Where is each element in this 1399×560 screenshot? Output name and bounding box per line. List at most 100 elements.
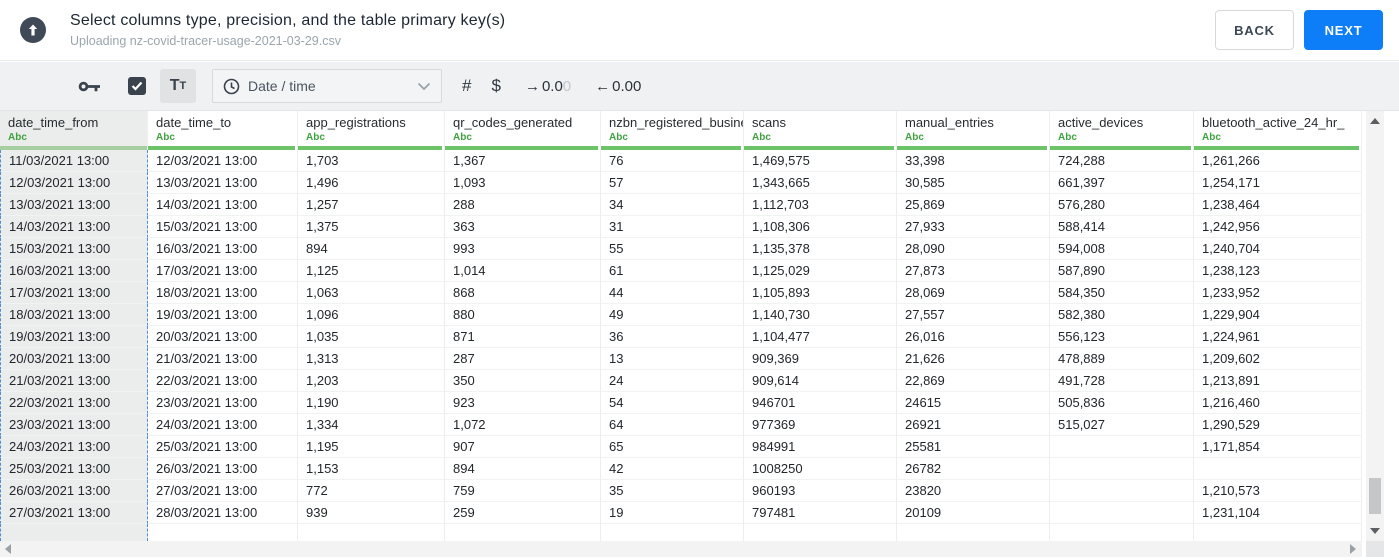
table-cell: 1,233,952: [1194, 282, 1362, 304]
next-button[interactable]: NEXT: [1304, 10, 1383, 50]
table-cell: 1,375: [298, 216, 445, 238]
column-header-bluetooth_active_24_hr_[interactable]: bluetooth_active_24_hr_ Abc: [1194, 111, 1362, 150]
table-row: 21/03/2021 13:00 22/03/2021 13:00 1,203 350…: [0, 370, 1362, 392]
table-row: 15/03/2021 13:00 16/03/2021 13:00 894 993 55…: [0, 238, 1362, 260]
table-cell: 1,093: [445, 172, 601, 194]
include-column-checkbox[interactable]: [128, 77, 146, 95]
scroll-left-icon[interactable]: [5, 544, 11, 554]
table-cell: 1,469,575: [744, 150, 897, 172]
table-cell: 33,398: [897, 150, 1050, 172]
column-header-date_time_from[interactable]: date_time_from Abc: [0, 111, 148, 150]
table-cell: 1,703: [298, 150, 445, 172]
table-cell: 1,209,602: [1194, 348, 1362, 370]
column-underline: [1050, 146, 1191, 150]
table-cell: 1,242,956: [1194, 216, 1362, 238]
table-cell: 1,224,961: [1194, 326, 1362, 348]
increase-precision-button[interactable]: ← 0.00: [595, 78, 641, 95]
column-underline: [744, 146, 894, 150]
table-cell: 259: [445, 502, 601, 524]
table-cell: 1,135,378: [744, 238, 897, 260]
table-cell: 1,203: [298, 370, 445, 392]
table-row: 16/03/2021 13:00 17/03/2021 13:00 1,125 1,0…: [0, 260, 1362, 282]
precision-right-dim: 0: [562, 77, 572, 95]
text-type-label-large: T: [169, 77, 180, 94]
column-type-badge: Abc: [8, 132, 27, 143]
text-type-button[interactable]: TT: [160, 69, 196, 103]
upload-icon: [20, 17, 46, 43]
page-header: Select columns type, precision, and the …: [0, 0, 1399, 61]
currency-type-button[interactable]: $: [491, 76, 500, 96]
table-cell: 1,096: [298, 304, 445, 326]
table-cell-empty: [0, 524, 148, 541]
column-type-badge: Abc: [609, 132, 628, 143]
scroll-down-icon[interactable]: [1370, 528, 1380, 534]
column-header-app_registrations[interactable]: app_registrations Abc: [298, 111, 445, 150]
table-cell: 18/03/2021 13:00: [0, 304, 148, 326]
upload-wizard: Select columns type, precision, and the …: [0, 0, 1399, 560]
column-name: date_time_to: [156, 115, 232, 130]
column-underline: [1194, 146, 1359, 150]
page-title: Select columns type, precision, and the …: [70, 12, 506, 29]
decrease-precision-button[interactable]: → 0.0 0: [525, 78, 571, 95]
table-cell: 21,626: [897, 348, 1050, 370]
table-cell: 1,190: [298, 392, 445, 414]
column-type-badge: Abc: [1202, 132, 1221, 143]
table-cell: 17/03/2021 13:00: [0, 282, 148, 304]
table-cell: 1,290,529: [1194, 414, 1362, 436]
column-underline: [298, 146, 442, 150]
table-cell: 21/03/2021 13:00: [0, 370, 148, 392]
table-cell: 26921: [897, 414, 1050, 436]
table-cell: 582,380: [1050, 304, 1194, 326]
table-cell: 26/03/2021 13:00: [0, 480, 148, 502]
table-cell: 1,014: [445, 260, 601, 282]
scroll-up-icon[interactable]: [1370, 118, 1380, 124]
table-cell: 478,889: [1050, 348, 1194, 370]
table-cell: 946701: [744, 392, 897, 414]
table-row: 20/03/2021 13:00 21/03/2021 13:00 1,313 287…: [0, 348, 1362, 370]
table-cell: 1,035: [298, 326, 445, 348]
table-cell: 44: [601, 282, 744, 304]
table-row: 19/03/2021 13:00 20/03/2021 13:00 1,035 871…: [0, 326, 1362, 348]
precision-left-value: 0.00: [612, 77, 642, 95]
column-underline: [0, 146, 147, 150]
table-cell: 1,240,704: [1194, 238, 1362, 260]
table-cell: 25/03/2021 13:00: [0, 458, 148, 480]
column-type-badge: Abc: [306, 132, 325, 143]
vertical-scrollbar-thumb[interactable]: [1369, 478, 1381, 514]
table-cell: 61: [601, 260, 744, 282]
vertical-scrollbar[interactable]: [1366, 111, 1384, 541]
table-cell: 907: [445, 436, 601, 458]
arrow-left-icon: ←: [595, 77, 611, 95]
table-cell: 26782: [897, 458, 1050, 480]
column-header-active_devices[interactable]: active_devices Abc: [1050, 111, 1194, 150]
column-header-nzbn_registered_busine[interactable]: nzbn_registered_busine Abc: [601, 111, 744, 150]
column-header-manual_entries[interactable]: manual_entries Abc: [897, 111, 1050, 150]
table-cell: 22/03/2021 13:00: [0, 392, 148, 414]
column-header-scans[interactable]: scans Abc: [744, 111, 897, 150]
column-header-qr_codes_generated[interactable]: qr_codes_generated Abc: [445, 111, 601, 150]
column-type-dropdown[interactable]: Date / time: [212, 69, 442, 103]
table-row: 23/03/2021 13:00 24/03/2021 13:00 1,334 1,0…: [0, 414, 1362, 436]
horizontal-scrollbar[interactable]: [0, 541, 1362, 557]
table-cell: 661,397: [1050, 172, 1194, 194]
table-cell: 1,254,171: [1194, 172, 1362, 194]
scroll-right-icon[interactable]: [1350, 544, 1356, 554]
table-cell: 1,112,703: [744, 194, 897, 216]
table-cell: 1,261,266: [1194, 150, 1362, 172]
primary-key-icon[interactable]: [78, 79, 102, 94]
column-header-date_time_to[interactable]: date_time_to Abc: [148, 111, 298, 150]
table-cell: [1050, 480, 1194, 502]
table-cell: 21/03/2021 13:00: [148, 348, 298, 370]
table-cell-empty: [148, 524, 298, 541]
table-cell-empty: [601, 524, 744, 541]
table-row: 26/03/2021 13:00 27/03/2021 13:00 772 759 35…: [0, 480, 1362, 502]
back-button[interactable]: BACK: [1215, 10, 1294, 50]
table-cell: 24: [601, 370, 744, 392]
table-cell: 1,229,904: [1194, 304, 1362, 326]
column-type-badge: Abc: [156, 132, 175, 143]
table-cell: 36: [601, 326, 744, 348]
table-cell: 288: [445, 194, 601, 216]
number-type-button[interactable]: #: [462, 76, 471, 96]
table-cell: 1,140,730: [744, 304, 897, 326]
table-cell: 287: [445, 348, 601, 370]
